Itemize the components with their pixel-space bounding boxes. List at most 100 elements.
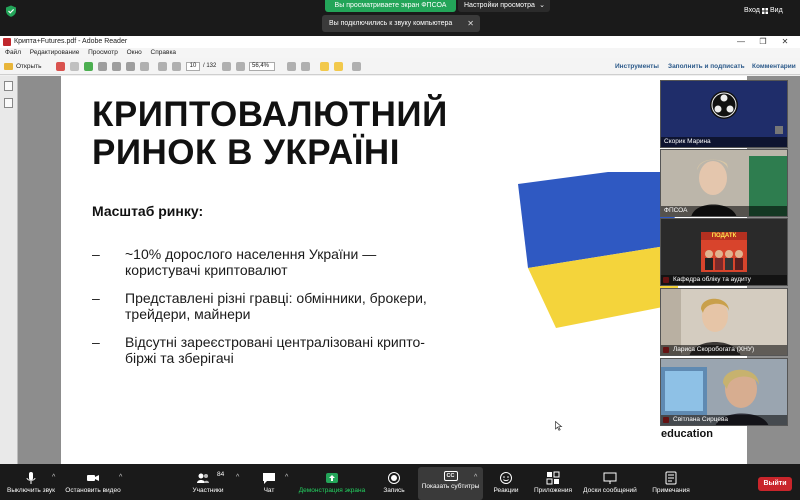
zoom-in-icon[interactable] <box>236 62 245 71</box>
highlight-icon[interactable] <box>334 62 343 71</box>
save-icon[interactable] <box>112 62 121 71</box>
window-title: Крипта+Futures.pdf - Adobe Reader <box>14 38 128 45</box>
mute-label: Выключить звук <box>6 487 56 494</box>
chat-icon <box>263 473 275 484</box>
zoom-level-input[interactable]: 56,4% <box>249 62 275 71</box>
notes-button[interactable]: Примечания <box>645 464 697 500</box>
zoom-out-icon[interactable] <box>222 62 231 71</box>
participant-name: Світлана Сирцева <box>661 415 787 425</box>
slide-title-line-1: КРИПТОВАЛЮТНИЙ <box>92 95 448 134</box>
close-window-icon[interactable]: ✕ <box>774 36 796 48</box>
participant-panel: Скорик Марина ФПСОА ПОДАТК Кафедра облік… <box>660 80 800 440</box>
participant-tile[interactable]: ФПСОА <box>660 149 788 217</box>
reactions-label: Реакции <box>493 487 519 494</box>
whiteboards-label: Доски сообщений <box>583 487 637 494</box>
bullet-line: Представлені різні гравці: обмінники, бр… <box>125 290 427 306</box>
chevron-up-icon[interactable]: ^ <box>236 474 239 481</box>
chevron-up-icon[interactable]: ^ <box>474 474 477 481</box>
participant-tile[interactable]: Лариса Скоробогата (ХНУ) <box>660 288 788 356</box>
chat-button[interactable]: Чат <box>252 464 286 500</box>
chevron-down-icon: ⌄ <box>539 2 545 9</box>
attachment-icon[interactable] <box>4 98 13 108</box>
apps-button[interactable]: Приложения <box>530 464 576 500</box>
enter-button[interactable]: Вход <box>744 7 760 14</box>
adobe-title-bar: Крипта+Futures.pdf - Adobe Reader — ❐ ✕ <box>0 36 800 48</box>
apps-icon <box>546 471 560 485</box>
participants-button[interactable]: 84 Участники <box>186 464 230 500</box>
captions-label: Показать субтитры <box>421 483 480 490</box>
comment-button[interactable]: Комментарии <box>752 62 796 71</box>
comment-icon[interactable] <box>320 62 329 71</box>
tools-button[interactable]: Инструменты <box>615 62 659 71</box>
chevron-up-icon[interactable]: ^ <box>52 474 55 481</box>
fit-width-icon[interactable] <box>301 62 310 71</box>
pdf-icon <box>3 38 11 46</box>
captions-button[interactable]: CC Показать субтитры <box>418 464 483 500</box>
menu-edit[interactable]: Редактирование <box>30 48 80 58</box>
shield-icon[interactable] <box>5 5 17 17</box>
fill-sign-button[interactable]: Заполнить и подписать <box>668 62 745 71</box>
participant-tile[interactable]: Скорик Марина <box>660 80 788 148</box>
bullet-line: ~10% дорослого населення України — <box>125 246 377 262</box>
menu-window[interactable]: Окно <box>127 48 142 58</box>
menu-view[interactable]: Просмотр <box>88 48 118 58</box>
emoji-icon <box>500 472 512 484</box>
print-icon[interactable] <box>98 62 107 71</box>
bullet-list: – ~10% дорослого населення України — кор… <box>92 246 492 378</box>
menu-help[interactable]: Справка <box>151 48 177 58</box>
adobe-menu-bar: Файл Редактирование Просмотр Окно Справк… <box>0 48 800 58</box>
folder-icon <box>4 63 13 70</box>
menu-file[interactable]: Файл <box>5 48 21 58</box>
adobe-toolbar: Открыть 10 / 132 56,4% Инструменты Запол… <box>0 58 800 75</box>
chevron-up-icon[interactable]: ^ <box>119 474 122 481</box>
participants-icon <box>197 473 209 483</box>
close-icon[interactable]: ✕ <box>467 15 474 32</box>
arrow-up-icon[interactable] <box>158 62 167 71</box>
open-label: Открыть <box>16 63 42 70</box>
bullet-line: користувачі криптовалют <box>125 262 288 278</box>
view-options-button[interactable]: Настройки просмотра ⌄ <box>458 0 550 12</box>
maximize-icon[interactable]: ❐ <box>752 36 774 48</box>
obs-logo-icon <box>710 91 738 119</box>
arrow-down-icon[interactable] <box>172 62 181 71</box>
participant-name: ФПСОА <box>661 206 787 216</box>
mic-muted-icon <box>775 126 783 134</box>
leave-meeting-button[interactable]: Выйти <box>758 477 792 491</box>
apps-label: Приложения <box>533 487 573 494</box>
record-label: Запись <box>383 487 405 494</box>
list-item: – ~10% дорослого населення України — кор… <box>92 246 492 278</box>
view-options-label: Настройки просмотра <box>464 2 535 9</box>
notes-icon <box>665 471 677 485</box>
record-button[interactable]: Запись <box>377 464 411 500</box>
minimize-icon[interactable]: — <box>730 36 752 48</box>
open-button[interactable]: Открыть <box>4 61 42 72</box>
list-item: – Відсутні зареєстровані централізовані … <box>92 334 492 366</box>
participant-tile[interactable]: Світлана Сирцева <box>660 358 788 426</box>
mute-button[interactable]: Выключить звук <box>3 464 59 500</box>
mouse-cursor-icon <box>555 421 563 431</box>
chevron-up-icon[interactable]: ^ <box>285 474 288 481</box>
page-icon[interactable] <box>140 62 149 71</box>
navigation-pane <box>0 76 18 464</box>
slide-brand-label: education <box>661 428 713 440</box>
fit-page-icon[interactable] <box>287 62 296 71</box>
share-screen-button[interactable]: Демонстрация экрана <box>296 464 368 500</box>
create-pdf-icon[interactable] <box>56 62 65 71</box>
page-thumbnails-icon[interactable] <box>4 81 13 91</box>
audio-toast-text: Вы подключились к звуку компьютера <box>329 20 453 27</box>
page-number-input[interactable]: 10 <box>186 62 200 71</box>
participant-tile[interactable]: ПОДАТК Кафедра обліку та аудиту <box>660 218 788 286</box>
share-screen-label: Демонстрация экрана <box>298 487 366 494</box>
sign-icon[interactable] <box>352 62 361 71</box>
settings-icon[interactable] <box>70 62 79 71</box>
reactions-button[interactable]: Реакции <box>488 464 524 500</box>
email-icon[interactable] <box>126 62 135 71</box>
cloud-icon[interactable] <box>84 62 93 71</box>
participant-name: Кафедра обліку та аудиту <box>661 275 787 285</box>
tile-banner-text: ПОДАТК <box>711 233 737 239</box>
whiteboards-button[interactable]: Доски сообщений <box>580 464 640 500</box>
bullet-line: біржі та зберігачі <box>125 350 234 366</box>
view-button[interactable]: Вид <box>770 7 783 14</box>
stop-video-button[interactable]: Остановить видео <box>62 464 124 500</box>
list-item: – Представлені різні гравці: обмінники, … <box>92 290 492 322</box>
